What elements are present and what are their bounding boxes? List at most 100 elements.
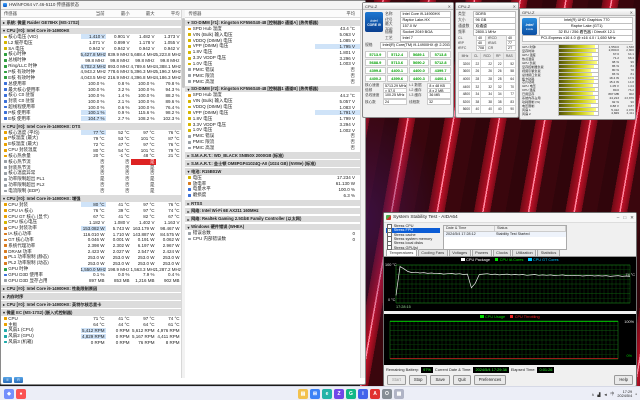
taskbar-icon-hwinfo[interactable]: i: [358, 389, 368, 399]
hwinfo-footer-button-1[interactable]: R: [14, 377, 23, 383]
taskbar-icon-edge[interactable]: e: [322, 389, 332, 399]
sensor-section-header[interactable]: ▸RTSS: [185, 200, 360, 207]
sensor-row[interactable]: 风扇3 (机箱)0 RPM0 RPM76 RPM8 RPM: [1, 339, 181, 345]
memwin-titlebar[interactable]: CPU-Z ✕: [456, 3, 518, 10]
gpu-sensor-row[interactable]: 风扇 24,8294,411: [522, 111, 633, 115]
sensor-label: 风扇3 (机箱): [8, 339, 80, 345]
network-icon[interactable]: ▟: [597, 392, 600, 397]
sensor-value: 61.130 W: [315, 181, 360, 186]
sensor-type-icon: [188, 176, 191, 179]
log-col-status[interactable]: Status: [495, 226, 566, 231]
sensor-type-icon: [4, 88, 7, 91]
hwinfo-col-2[interactable]: 最小: [106, 11, 131, 17]
hwinfo-left-scrollbar[interactable]: [182, 10, 186, 378]
taskbar-icon-explorer[interactable]: ▤: [298, 389, 308, 399]
hwinfo-col-1[interactable]: 当前: [81, 11, 106, 17]
sensor-row[interactable]: CPU 内部错误数0: [185, 236, 360, 242]
current-temp-label: 74 °C: [625, 273, 635, 277]
aida-titlebar[interactable]: System Stability Test - AIDA64 –□✕: [384, 213, 636, 223]
memwin-close-icon[interactable]: ✕: [513, 4, 516, 9]
core-clock-cell: 5713.8: [430, 51, 451, 58]
log-col-datetime[interactable]: Date & Time: [444, 226, 495, 231]
stability-log-table[interactable]: Date & Time Status 2024/5/4 17:28:12 Sta…: [443, 225, 567, 250]
tab-voltages[interactable]: Voltages: [449, 249, 471, 256]
timings-cell: 28: [494, 75, 504, 83]
tab-clocks[interactable]: Clocks: [493, 249, 512, 256]
taskbar-icon-widget[interactable]: ◆: [4, 389, 14, 399]
gpuz-close-icon[interactable]: ✕: [630, 10, 633, 15]
sensor-type-icon: [4, 190, 7, 193]
taskbar-clock[interactable]: 17:29 2024/5/4: [617, 390, 632, 399]
timings-table-row: 400028282864: [459, 75, 516, 83]
sensor-type-icon: [188, 147, 191, 150]
sensor-row[interactable]: E核 使用率104.7 %2.7 %108.2 %102.3 %: [1, 116, 181, 122]
maximize-icon[interactable]: □: [623, 215, 626, 221]
sensor-section-header[interactable]: ▸网络: Intel Wi-Fi 6E AX211 160MHz: [185, 208, 360, 215]
start-button[interactable]: Start: [387, 375, 406, 385]
tab-powers[interactable]: Powers: [472, 249, 492, 256]
sensor-value: 1.373 V: [156, 34, 181, 39]
sensor-section-header[interactable]: ▸S.M.A.R.T.: WD_BLACK SN850X 2000GB (标准): [185, 152, 360, 159]
sensor-section-header[interactable]: ▸内存时序: [1, 293, 181, 300]
sensor-section-header[interactable]: ▸网络: Realtek Gaming 2.5GbE Family Contro…: [185, 216, 360, 223]
sensor-row[interactable]: PMIC 高温否: [185, 79, 360, 85]
taskbar-icon-gpu-z[interactable]: G: [346, 389, 356, 399]
notification-bell-icon[interactable]: ●: [635, 392, 637, 396]
gpuz-titlebar[interactable]: GPU-Z ✕: [520, 9, 635, 16]
stop-button[interactable]: Stop: [409, 375, 428, 385]
hwinfo-column-headers-right[interactable]: 传感器平均: [185, 10, 360, 18]
cpuz-titlebar[interactable]: CPU-Z ✕: [363, 3, 453, 10]
volume-icon[interactable]: ◄: [603, 392, 607, 397]
help-button[interactable]: Help: [614, 375, 633, 385]
hwinfo-col-3[interactable]: 最大: [131, 11, 156, 17]
sensor-row[interactable]: 磨损度6.3 %: [185, 192, 360, 198]
close-icon[interactable]: ✕: [630, 215, 634, 221]
hwinfo-column-headers[interactable]: 传感器当前最小最大平均: [1, 10, 181, 18]
sensor-value: 20 °C: [81, 153, 106, 158]
core-clock-cell: 5688.9: [365, 59, 386, 66]
core-clock-cell: 5713.6: [387, 59, 408, 66]
checkbox-icon[interactable]: [387, 245, 392, 250]
stress-option-stress-gpu-s-[interactable]: Stress GPU(s): [386, 245, 440, 249]
taskbar-icon-aida64[interactable]: A: [370, 389, 380, 399]
taskbar-icon-occt[interactable]: O: [382, 389, 392, 399]
taskbar-icon-paint[interactable]: ▦: [394, 389, 404, 399]
hwinfo-col-4[interactable]: 平均: [156, 11, 181, 17]
sensor-type-icon: [4, 143, 7, 146]
hwinfo-col-0[interactable]: 传感器: [1, 11, 81, 17]
sensor-row[interactable]: GPU D3D 显存占用897 MB853 MB1,216 MB902 MB: [1, 278, 181, 284]
tab-utilization[interactable]: Utilization: [512, 249, 536, 256]
hwinfo-col-sensor[interactable]: 传感器: [185, 11, 315, 17]
core-clock-cell: 5712.4: [387, 51, 408, 58]
tab-cooling-fans[interactable]: Cooling Fans: [418, 249, 448, 256]
sensor-row[interactable]: PMIC 高温否: [185, 145, 360, 151]
sensor-value: 0.901 V: [106, 34, 131, 39]
quit-button[interactable]: Quit: [453, 375, 471, 385]
hwinfo-col-avg[interactable]: 平均: [315, 11, 360, 17]
taskbar-icon-security[interactable]: ●: [16, 389, 26, 399]
timings-cell: 52: [503, 60, 515, 68]
sensor-value: 253.0 W: [106, 255, 131, 260]
sensor-value: 74 °C: [156, 316, 181, 321]
cpuz-close-icon[interactable]: ✕: [448, 4, 451, 9]
taskbar-icon-start[interactable]: ⊞: [310, 389, 320, 399]
save-button[interactable]: Save: [430, 375, 450, 385]
sensor-section-header[interactable]: ▸CPU [#0]: Intel Core i9-14900HX: 英特尔核芯显…: [1, 301, 181, 308]
preferences-button[interactable]: Preferences: [474, 375, 507, 385]
hwinfo-titlebar[interactable]: HWiNFO64 v7.46-5110 传感器状态: [1, 1, 365, 10]
sensor-section-header[interactable]: ▸系统: 微星 Raider GE78HX (MS-17S2): [1, 20, 181, 27]
sensor-value: 100.0 %: [131, 99, 156, 104]
language-indicator[interactable]: 中: [610, 391, 614, 397]
hwinfo-footer-button-0[interactable]: II: [3, 377, 12, 383]
sensor-row[interactable]: 电流限制 (EDP)否否是: [1, 188, 181, 194]
sensor-section-header[interactable]: ▸S.M.A.R.T.: 金士顿 OM8PGP41024Q-A0 (1024 G…: [185, 160, 360, 167]
tab-statistics[interactable]: Statistics: [537, 249, 560, 256]
sensor-value: 76 °C: [156, 142, 181, 147]
log-row[interactable]: 2024/5/4 17:28:12 Stability Test Started: [444, 232, 566, 237]
sensor-type-icon: [4, 233, 7, 236]
sensor-section-header[interactable]: ▸CPU [#0]: Intel Core i9-14900HX: 性能限制原因: [1, 285, 181, 292]
taskbar-icon-cpu-z[interactable]: Z: [334, 389, 344, 399]
tray-chevron-icon[interactable]: ∧: [591, 392, 594, 397]
sensor-type-icon: [4, 329, 7, 332]
minimize-icon[interactable]: –: [617, 215, 620, 221]
